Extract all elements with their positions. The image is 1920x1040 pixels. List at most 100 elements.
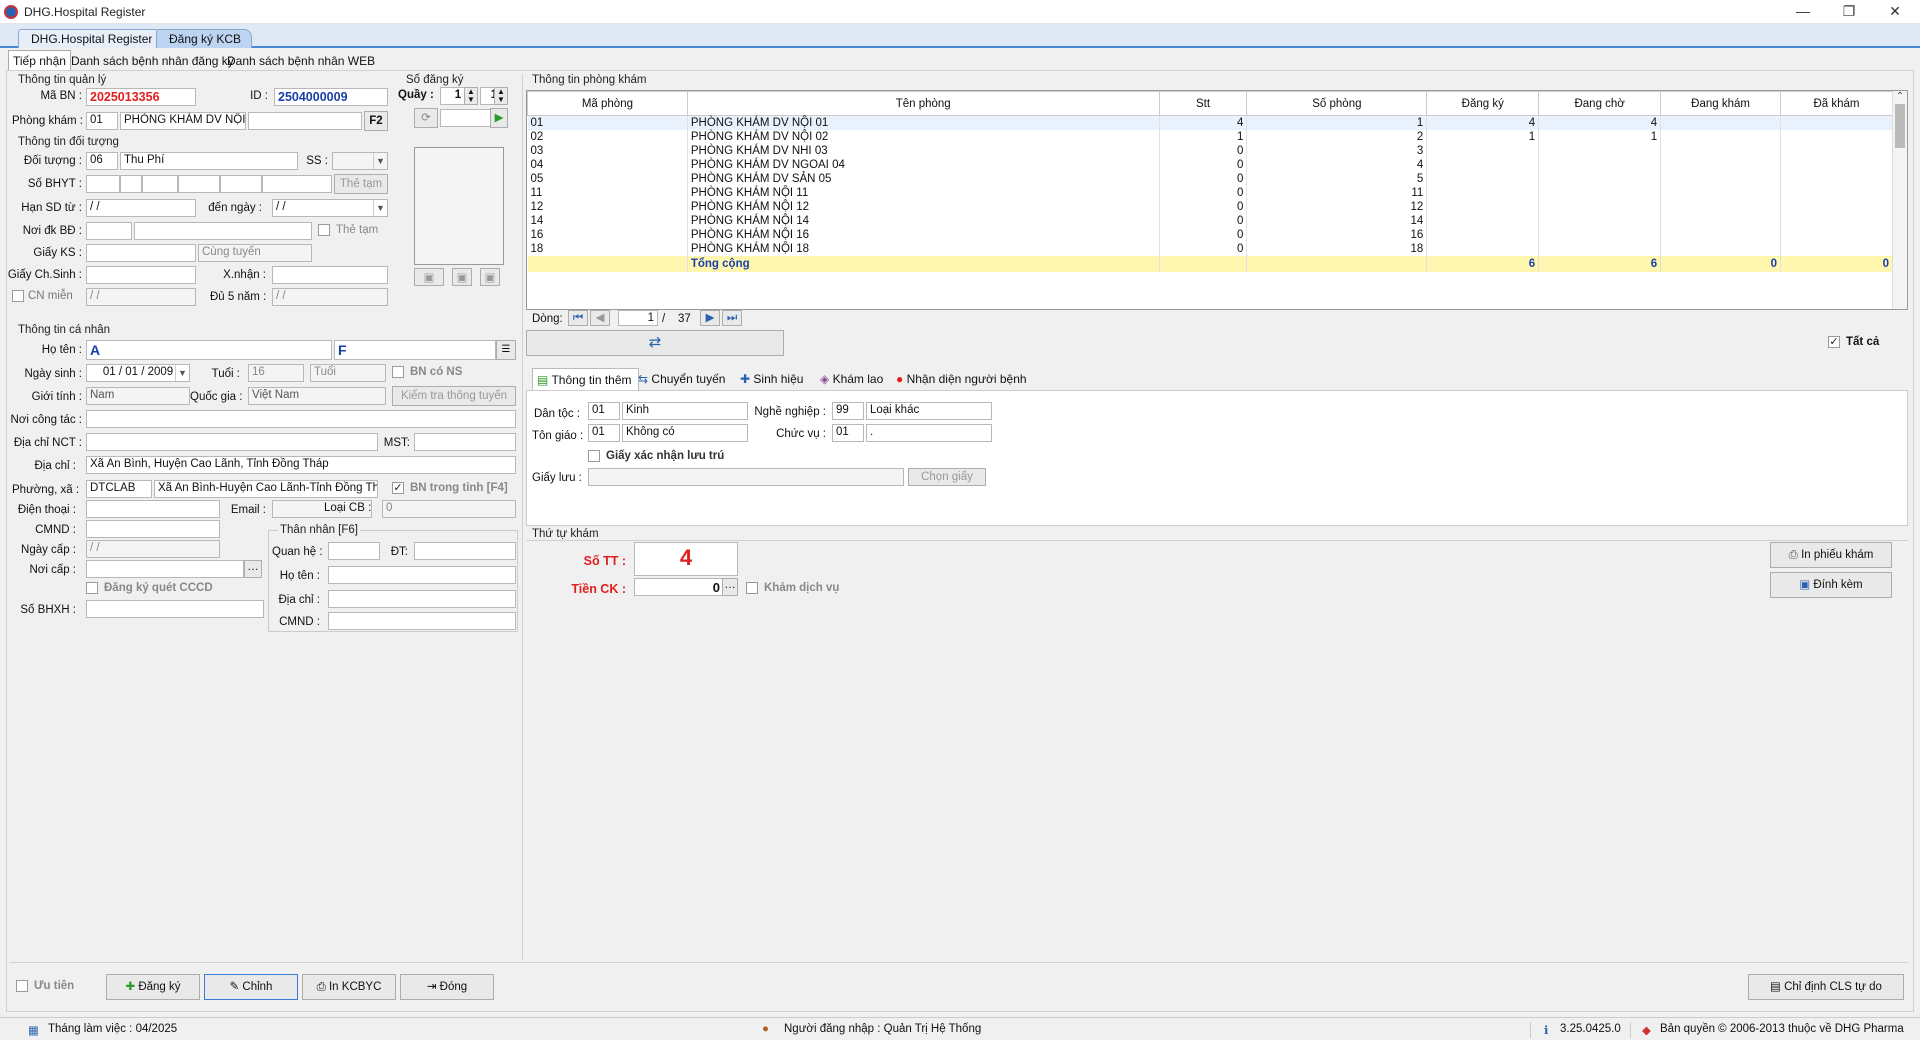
so-bhyt-part5[interactable] xyxy=(220,175,262,193)
nghe-nghiep-name[interactable]: Loại khác xyxy=(866,402,992,420)
table-row[interactable]: 18 PHÒNG KHÁM NỘI 18 0 18 xyxy=(527,241,1893,256)
dien-thoai-field[interactable] xyxy=(86,500,220,518)
chinh-button[interactable]: ✎ Chỉnh xyxy=(204,974,298,1000)
table-row[interactable]: 05 PHÒNG KHÁM DV SẢN 05 0 5 xyxy=(527,171,1893,186)
col-ma-phong[interactable]: Mã phòng xyxy=(527,91,688,116)
ton-giao-name[interactable]: Không có xyxy=(622,424,748,442)
phong-kham-name[interactable]: PHÒNG KHÁM DV NỘI 0 xyxy=(120,112,246,130)
photo-save-icon[interactable]: ▣ xyxy=(452,268,472,286)
tab-sinh-hieu[interactable]: ✚ Sinh hiệu xyxy=(736,368,809,390)
cn-mien-date[interactable]: / / xyxy=(86,288,196,306)
phuong-xa-name[interactable]: Xã An Bình-Huyện Cao Lãnh-Tỉnh Đồng Tháp xyxy=(154,480,378,498)
than-nhan-cmnd-field[interactable] xyxy=(328,612,516,630)
refresh-icon[interactable]: ⟳ xyxy=(414,108,438,128)
id-field[interactable]: 2504000009 xyxy=(274,88,388,106)
so-bhyt-part4[interactable] xyxy=(178,175,220,193)
dan-toc-code[interactable]: 01 xyxy=(588,402,620,420)
play-icon[interactable]: ▶ xyxy=(490,108,508,128)
doc-tab-hospital-register[interactable]: DHG.Hospital Register xyxy=(18,29,164,48)
col-dang-cho[interactable]: Đang chờ xyxy=(1538,91,1662,116)
noi-dk-name[interactable] xyxy=(134,222,312,240)
doi-tuong-code[interactable]: 06 xyxy=(86,152,118,170)
table-row[interactable]: 11 PHÒNG KHÁM NỘI 11 0 11 xyxy=(527,185,1893,200)
scroll-up-icon[interactable]: ⌃ xyxy=(1893,91,1907,102)
nav-last-button[interactable]: ⏭ xyxy=(722,310,742,326)
xnhan-field[interactable] xyxy=(272,266,388,284)
so-bhxh-field[interactable] xyxy=(86,600,264,618)
grid-scrollbar[interactable]: ⌃ xyxy=(1892,91,1907,309)
dinh-kem-button[interactable]: ▣ Đính kèm xyxy=(1770,572,1892,598)
table-row[interactable]: 14 PHÒNG KHÁM NỘI 14 0 14 xyxy=(527,213,1893,228)
nav-next-button[interactable]: ▶ xyxy=(700,310,720,326)
cung-tuyen-select[interactable]: Cùng tuyến xyxy=(198,244,312,262)
noi-dk-code[interactable] xyxy=(86,222,132,240)
quoc-gia-select[interactable]: Việt Nam xyxy=(248,387,386,405)
col-da-kham[interactable]: Đã khám xyxy=(1780,91,1893,116)
dt-field[interactable] xyxy=(414,542,516,560)
noi-cong-tac-field[interactable] xyxy=(86,410,516,428)
minimize-button[interactable]: — xyxy=(1780,0,1826,24)
dia-chi-field[interactable]: Xã An Bình, Huyện Cao Lãnh, Tỉnh Đồng Th… xyxy=(86,456,516,474)
col-dang-kham[interactable]: Đang khám xyxy=(1660,91,1782,116)
tuoi-unit-select[interactable]: Tuổi xyxy=(310,364,386,382)
list-icon[interactable]: ☰ xyxy=(496,340,516,360)
table-row[interactable]: 04 PHÒNG KHÁM DV NGOAI 04 0 4 xyxy=(527,157,1893,172)
giay-ks-field[interactable] xyxy=(86,244,196,262)
close-button[interactable]: ✕ xyxy=(1872,0,1918,24)
cmnd-field[interactable] xyxy=(86,520,220,538)
photo-camera-icon[interactable]: ▣ xyxy=(480,268,500,286)
dang-ky-quet-checkbox[interactable] xyxy=(86,582,98,594)
photo-delete-icon[interactable]: ▣ xyxy=(414,268,444,286)
giay-xac-nhan-checkbox[interactable] xyxy=(588,450,600,462)
table-row[interactable]: 03 PHÒNG KHÁM DV NHI 03 0 3 xyxy=(527,143,1893,158)
dang-ky-button[interactable]: ✚ Đăng ký xyxy=(106,974,200,1000)
so-bhyt-part3[interactable] xyxy=(142,175,178,193)
du-5-nam-date[interactable]: / / xyxy=(272,288,388,306)
chi-dinh-cls-button[interactable]: ▤ Chỉ định CLS tự do xyxy=(1748,974,1904,1000)
tab-tiep-nhan[interactable]: Tiếp nhận xyxy=(8,50,71,70)
table-row[interactable]: 16 PHÒNG KHÁM NỘI 16 0 16 xyxy=(527,227,1893,242)
so-dang-ky-field[interactable] xyxy=(440,109,492,127)
than-nhan-dia-chi-field[interactable] xyxy=(328,590,516,608)
mst-field[interactable] xyxy=(414,433,516,451)
in-kcbyc-button[interactable]: ⎙ In KCBYC xyxy=(302,974,396,1000)
han-sd-to[interactable]: / / ▼ xyxy=(272,199,388,217)
phong-kham-code[interactable]: 01 xyxy=(86,112,118,130)
dan-toc-name[interactable]: Kinh xyxy=(622,402,748,420)
bn-trong-tinh-checkbox[interactable] xyxy=(392,482,404,494)
tien-ck-browse-button[interactable]: … xyxy=(722,578,738,596)
ngay-cap-field[interactable]: / / xyxy=(86,540,220,558)
kham-dich-vu-checkbox[interactable] xyxy=(746,582,758,594)
ten-field[interactable]: F xyxy=(334,340,496,360)
table-row[interactable]: 02 PHÒNG KHÁM DV NỘI 02 1 2 1 1 xyxy=(527,129,1893,144)
the-tam-button[interactable]: Thẻ tạm xyxy=(334,174,388,194)
nav-prev-button[interactable]: ◀ xyxy=(590,310,610,326)
phuong-xa-code[interactable]: DTCLAB xyxy=(86,480,152,498)
col-dang-ky[interactable]: Đăng ký xyxy=(1426,91,1540,116)
scroll-thumb[interactable] xyxy=(1895,104,1905,148)
tab-thong-tin-them[interactable]: ▤ Thông tin thêm xyxy=(532,368,639,390)
giay-luu-field[interactable] xyxy=(588,468,904,486)
ho-ten-field[interactable]: A xyxy=(86,340,332,360)
gioi-tinh-select[interactable]: Nam xyxy=(86,387,190,405)
nav-current-field[interactable]: 1 xyxy=(618,310,658,326)
noi-cap-field[interactable] xyxy=(86,560,244,578)
ss-select[interactable]: ▼ xyxy=(332,152,388,170)
phong-kham-extra[interactable] xyxy=(248,112,362,130)
tat-ca-checkbox[interactable] xyxy=(1828,336,1840,348)
chon-giay-button[interactable]: Chọn giấy xyxy=(908,468,986,486)
tab-danh-sach-web[interactable]: Danh sách bệnh nhân WEB xyxy=(222,50,380,70)
than-nhan-ho-ten-field[interactable] xyxy=(328,566,516,584)
col-ten-phong[interactable]: Tên phòng xyxy=(686,91,1160,116)
so-bhyt-part6[interactable] xyxy=(262,175,332,193)
cn-mien-checkbox[interactable] xyxy=(12,290,24,302)
restore-button[interactable]: ❐ xyxy=(1826,0,1872,24)
dia-chi-nct-field[interactable] xyxy=(86,433,378,451)
col-so-phong[interactable]: Số phòng xyxy=(1246,91,1428,116)
ma-bn-field[interactable]: 2025013356 xyxy=(86,88,196,106)
tab-danh-sach-dang-ky[interactable]: Danh sách bệnh nhân đăng ký xyxy=(66,50,239,70)
han-sd-from[interactable]: / / xyxy=(86,199,196,217)
tab-chuyen-tuyen[interactable]: ⇆ Chuyển tuyến xyxy=(634,368,731,390)
the-tam-checkbox[interactable] xyxy=(318,224,330,236)
reload-grid-button[interactable]: ⇄ xyxy=(526,330,784,356)
